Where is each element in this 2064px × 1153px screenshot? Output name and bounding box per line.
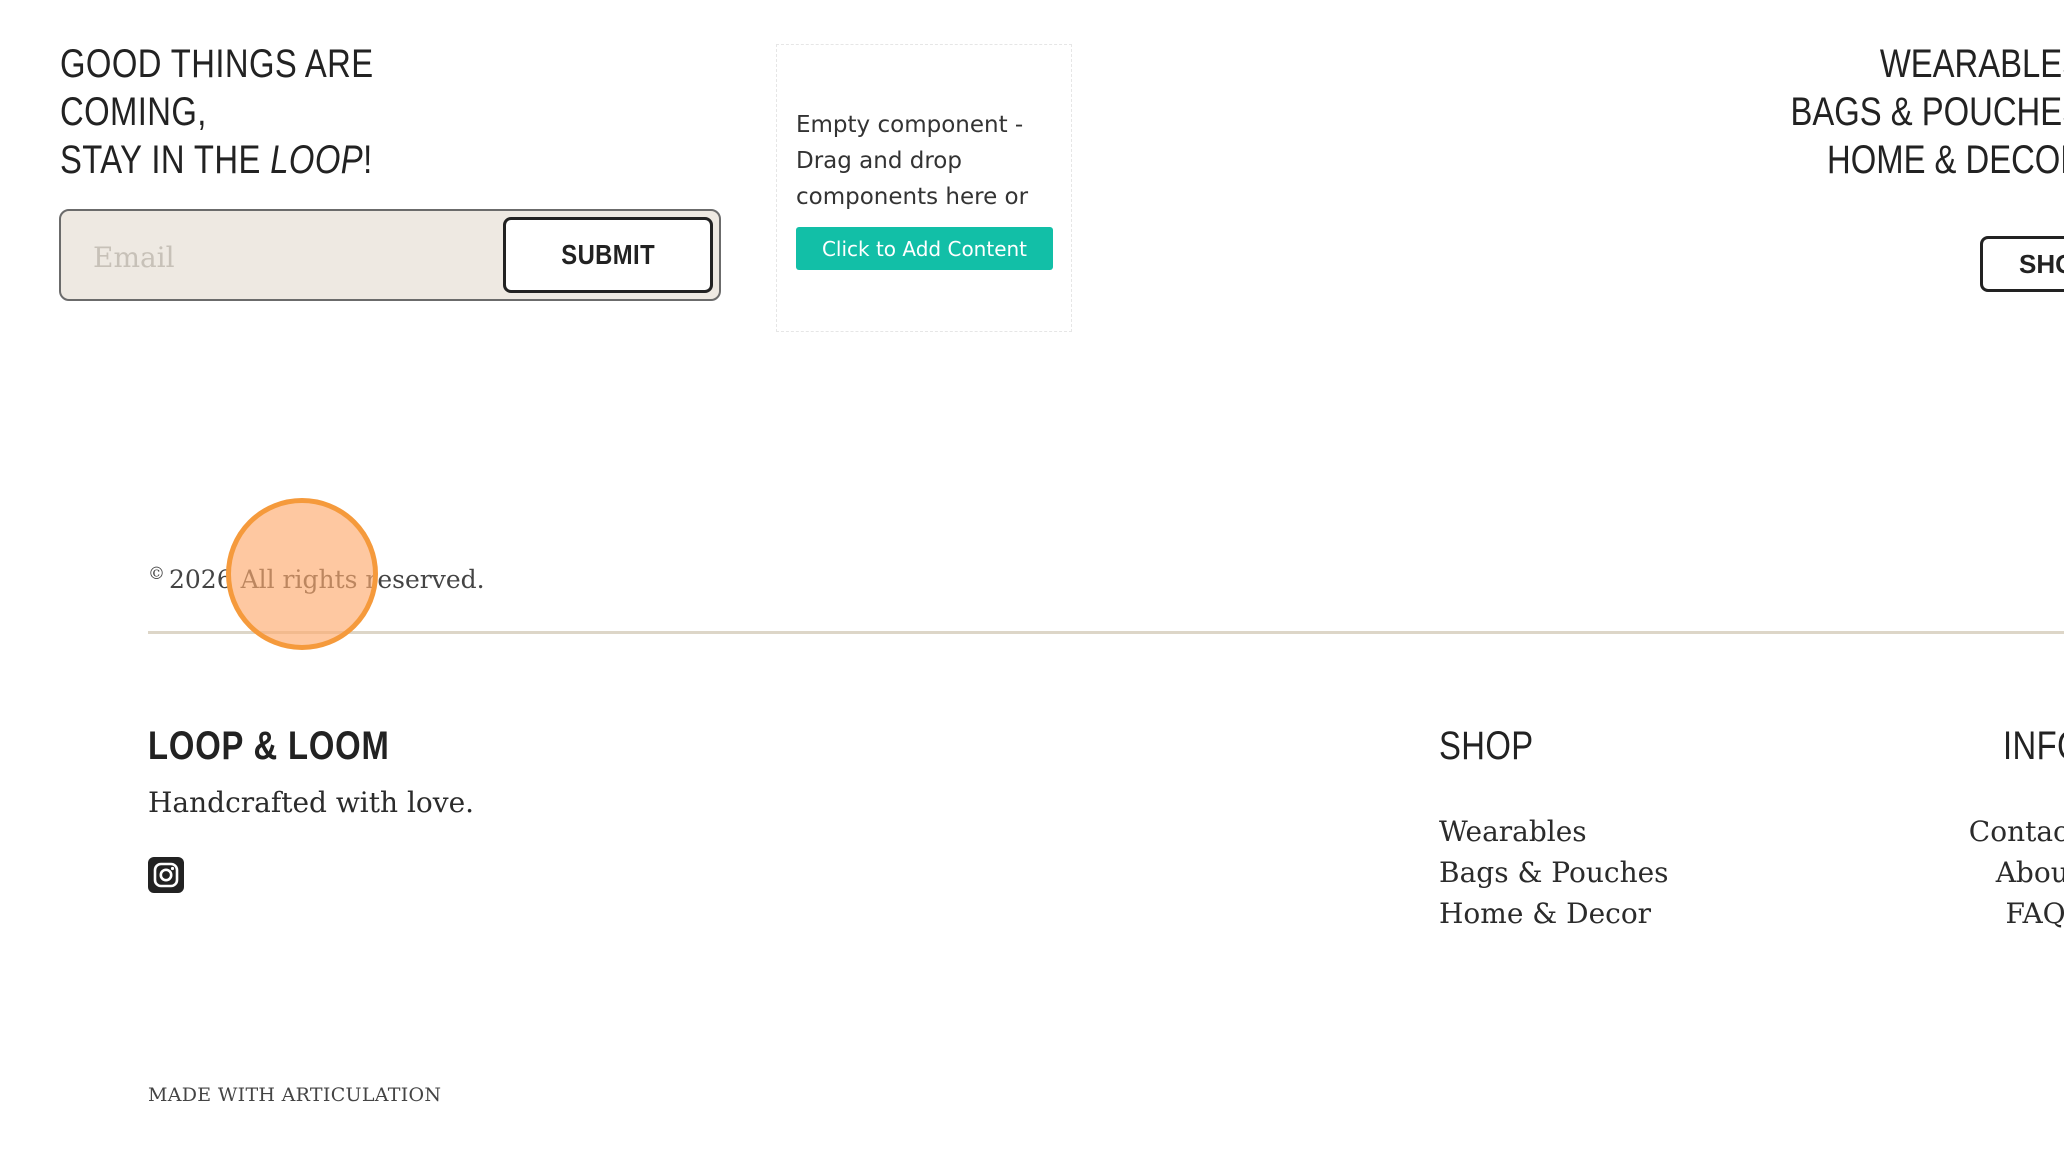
email-input[interactable] — [91, 233, 535, 281]
footer-divider — [148, 631, 2064, 634]
category-item-wearables[interactable]: WEARABLES — [1756, 40, 2064, 88]
empty-component: Empty component - Drag and drop componen… — [776, 44, 1072, 332]
category-item-bags-pouches[interactable]: BAGS & POUCHES — [1756, 88, 2064, 136]
instagram-icon[interactable] — [148, 857, 184, 893]
footer-link-home-decor[interactable]: Home & Decor — [1439, 893, 1669, 934]
newsletter-title-emphasis: LOOP — [270, 138, 364, 182]
footer-link-contact[interactable]: Contact — [1969, 811, 2064, 852]
submit-button-label: SUBMIT — [561, 239, 655, 270]
made-with-credit[interactable]: MADE WITH ARTICULATION — [148, 1084, 441, 1106]
footer-link-bags-pouches[interactable]: Bags & Pouches — [1439, 852, 1669, 893]
category-item-home-decor[interactable]: HOME & DECOR — [1756, 136, 2064, 184]
newsletter-title-line1: GOOD THINGS ARE COMING, — [60, 42, 374, 134]
category-list: WEARABLES BAGS & POUCHES HOME & DECOR — [1684, 40, 2064, 184]
newsletter-title-line2-pre: STAY IN THE — [60, 138, 271, 182]
shop-button[interactable]: SHOP — [1980, 236, 2064, 292]
footer-brand: LOOP & LOOM — [148, 724, 390, 768]
footer-info-links: Contact About FAQs — [1969, 811, 2064, 934]
newsletter-title-line2-post: ! — [363, 138, 373, 182]
footer-shop-heading: SHOP — [1439, 724, 1534, 768]
footer-info-heading: INFO — [2003, 724, 2064, 768]
copyright: © 2026 All rights reserved. — [148, 564, 485, 594]
add-content-button[interactable]: Click to Add Content — [796, 227, 1053, 270]
instagram-icon-glyph — [153, 862, 179, 888]
newsletter-title-line2: STAY IN THE LOOP! — [60, 136, 486, 184]
copyright-symbol: © — [148, 564, 165, 584]
shop-button-label: SHOP — [2019, 248, 2064, 279]
footer-tagline: Handcrafted with love. — [148, 786, 475, 819]
footer-link-about[interactable]: About — [1969, 852, 2064, 893]
newsletter-form: SUBMIT — [59, 209, 721, 301]
empty-component-message: Empty component - Drag and drop componen… — [796, 112, 1029, 210]
footer-shop-links: Wearables Bags & Pouches Home & Decor — [1439, 811, 1669, 934]
newsletter-title: GOOD THINGS ARE COMING, STAY IN THE LOOP… — [60, 40, 486, 184]
footer-link-faqs[interactable]: FAQs — [1969, 893, 2064, 934]
submit-button[interactable]: SUBMIT — [503, 217, 713, 293]
footer-link-wearables[interactable]: Wearables — [1439, 811, 1669, 852]
copyright-text: 2026 All rights reserved. — [169, 565, 485, 594]
